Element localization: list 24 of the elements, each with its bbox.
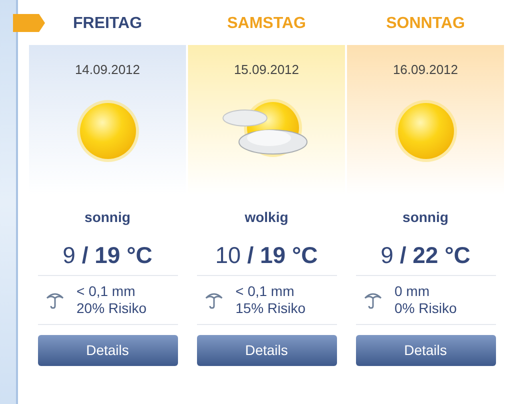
risk-text: 20% Risiko — [76, 300, 147, 317]
condition-text: sonnig — [84, 208, 130, 227]
precipitation-text: < 0,1 mm — [76, 283, 136, 300]
condition-text: sonnig — [402, 208, 448, 227]
temperature-text: 9 / 19 °C — [62, 241, 152, 270]
selection-tag-icon — [13, 14, 45, 32]
details-button[interactable]: Details — [196, 335, 336, 366]
details-button[interactable]: Details — [38, 335, 178, 366]
weekday-heading: SAMSTAG — [227, 14, 306, 34]
temperature-text: 9 / 22 °C — [380, 241, 470, 270]
weekday-heading: FREITAG — [72, 14, 142, 34]
temperature-text: 10 / 19 °C — [215, 241, 318, 270]
risk-text: 0% Risiko — [394, 300, 457, 317]
precipitation-text: 0 mm — [394, 283, 430, 300]
sun-icon — [392, 98, 458, 164]
precipitation-text: < 0,1 mm — [236, 283, 296, 300]
date-text: 16.09.2012 — [392, 61, 458, 79]
sun-icon — [74, 98, 140, 164]
details-button[interactable]: Details — [356, 335, 496, 366]
date-text: 14.09.2012 — [74, 61, 140, 79]
date-text: 15.09.2012 — [234, 61, 300, 79]
weekday-heading: SONNTAG — [386, 14, 465, 34]
condition-text: wolkig — [244, 208, 288, 227]
risk-text: 15% Risiko — [236, 300, 306, 317]
